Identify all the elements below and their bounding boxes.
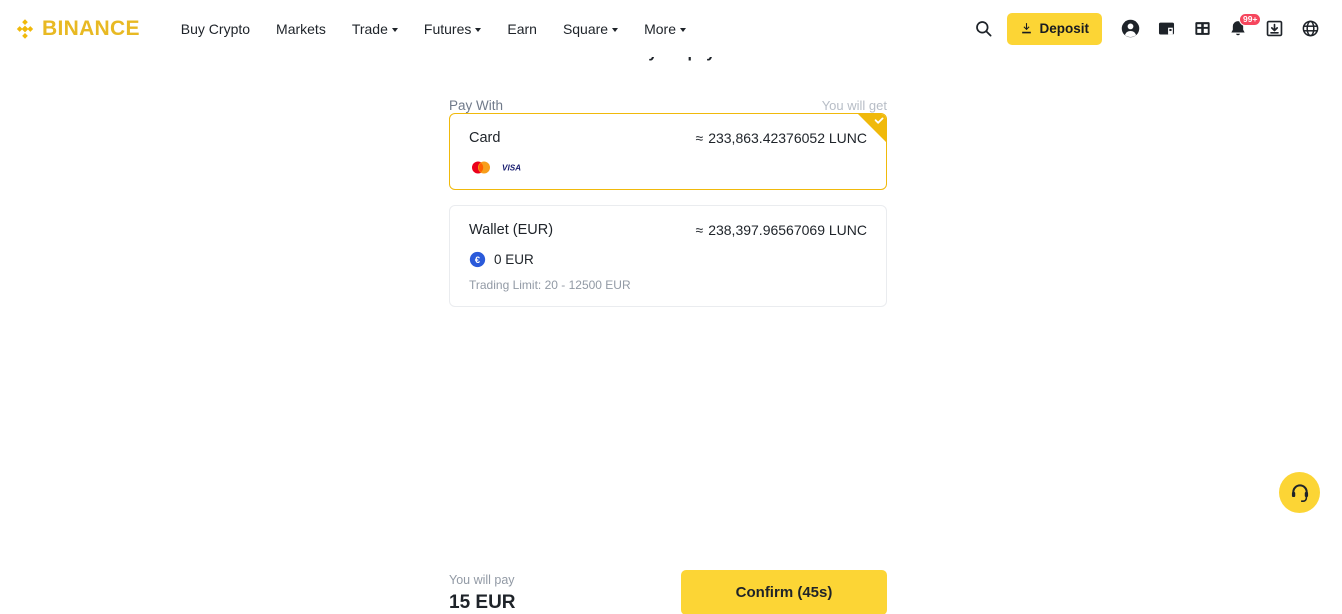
header-actions: Deposit 99+ xyxy=(965,11,1328,47)
option-amount: ≈233,863.42376052 LUNC xyxy=(696,130,867,146)
orders-button[interactable] xyxy=(1184,11,1220,47)
option-title: Wallet (EUR) xyxy=(469,222,554,238)
nav-label: Futures xyxy=(423,20,472,37)
you-will-pay-label: You will pay xyxy=(449,572,515,587)
svg-text:VISA: VISA xyxy=(502,163,521,172)
profile-button[interactable] xyxy=(1112,11,1148,47)
binance-logo-text: BINANCE xyxy=(42,16,140,40)
deposit-label: Deposit xyxy=(1039,21,1089,36)
option-amount-value: 238,397.96567069 LUNC xyxy=(708,222,867,238)
nav-label: Square xyxy=(562,20,609,37)
payment-panel: Confirm your payment Pay With You will g… xyxy=(449,57,887,307)
confirm-button[interactable]: Confirm (45s) xyxy=(681,570,887,614)
import-button[interactable] xyxy=(1256,11,1292,47)
grid-orders-icon xyxy=(1194,22,1210,35)
chevron-down-icon xyxy=(612,27,619,32)
chevron-down-icon xyxy=(391,27,398,32)
page-title-clipped: Confirm your payment xyxy=(449,57,887,83)
option-main-row: Card ≈233,863.42376052 LUNC xyxy=(469,130,867,146)
main-navigation: Buy Crypto Markets Trade Futures Earn Sq… xyxy=(168,13,699,45)
nav-label: More xyxy=(644,20,676,37)
wallet-button[interactable] xyxy=(1148,11,1184,47)
user-circle-icon xyxy=(1121,19,1139,38)
nav-item-buy-crypto[interactable]: Buy Crypto xyxy=(168,13,263,45)
approx-symbol: ≈ xyxy=(695,130,704,146)
visa-icon: VISA xyxy=(502,163,521,172)
pay-with-label: Pay With xyxy=(449,98,504,113)
deposit-button[interactable]: Deposit xyxy=(1007,12,1102,45)
download-tray-icon xyxy=(1022,23,1032,34)
payment-option-wallet[interactable]: Wallet (EUR) ≈238,397.96567069 LUNC € 0 … xyxy=(449,205,887,307)
you-will-get-label: You will get xyxy=(821,98,887,113)
wallet-icon xyxy=(1158,22,1174,35)
page-title: Confirm your payment xyxy=(583,57,754,62)
you-will-pay-amount: 15 EUR xyxy=(449,592,516,614)
chevron-down-icon xyxy=(680,27,686,32)
wallet-balance-row: € 0 EUR xyxy=(469,251,867,268)
language-button[interactable] xyxy=(1292,11,1328,47)
globe-icon xyxy=(1302,20,1318,37)
trading-limit: Trading Limit: 20 - 12500 EUR xyxy=(469,278,631,292)
nav-item-more[interactable]: More xyxy=(631,13,699,45)
headset-icon xyxy=(1291,483,1308,502)
nav-item-trade[interactable]: Trade xyxy=(339,13,411,45)
nav-item-earn[interactable]: Earn xyxy=(494,13,550,45)
payment-footer: You will pay 15 EUR Confirm (45s) xyxy=(449,570,887,614)
option-amount: ≈238,397.96567069 LUNC xyxy=(696,222,867,238)
binance-diamond-icon xyxy=(16,18,34,39)
support-chat-button[interactable] xyxy=(1279,472,1320,513)
mastercard-icon xyxy=(472,161,490,173)
eur-coin-icon: € xyxy=(469,251,486,268)
card-brand-logos: VISA xyxy=(469,159,867,175)
nav-label: Trade xyxy=(351,20,388,37)
site-header: BINANCE Buy Crypto Markets Trade Futures… xyxy=(0,0,1342,57)
column-headers: Pay With You will get xyxy=(449,91,887,113)
nav-item-futures[interactable]: Futures xyxy=(411,13,494,45)
nav-label: Earn xyxy=(507,20,537,37)
nav-item-square[interactable]: Square xyxy=(550,13,631,45)
binance-logo[interactable]: BINANCE xyxy=(14,17,140,41)
notifications-button[interactable]: 99+ xyxy=(1220,11,1262,47)
nav-item-markets[interactable]: Markets xyxy=(263,13,339,45)
option-amount-value: 233,863.42376052 LUNC xyxy=(708,130,867,146)
import-box-icon xyxy=(1266,20,1282,37)
nav-label: Buy Crypto xyxy=(180,20,251,37)
payment-option-card[interactable]: Card ≈233,863.42376052 LUNC VISA xyxy=(449,113,887,190)
wallet-balance: 0 EUR xyxy=(494,252,534,267)
pay-summary: You will pay 15 EUR xyxy=(449,571,516,614)
check-icon xyxy=(858,114,886,142)
main-content: Confirm your payment Pay With You will g… xyxy=(0,57,1342,614)
search-button[interactable] xyxy=(965,11,1001,47)
chevron-down-icon xyxy=(475,27,482,32)
search-icon xyxy=(976,21,992,37)
option-title: Card xyxy=(469,130,501,146)
svg-text:€: € xyxy=(475,255,481,265)
approx-symbol: ≈ xyxy=(695,222,704,238)
selected-check-badge xyxy=(858,114,886,142)
nav-label: Markets xyxy=(276,20,326,37)
option-main-row: Wallet (EUR) ≈238,397.96567069 LUNC xyxy=(469,222,867,238)
